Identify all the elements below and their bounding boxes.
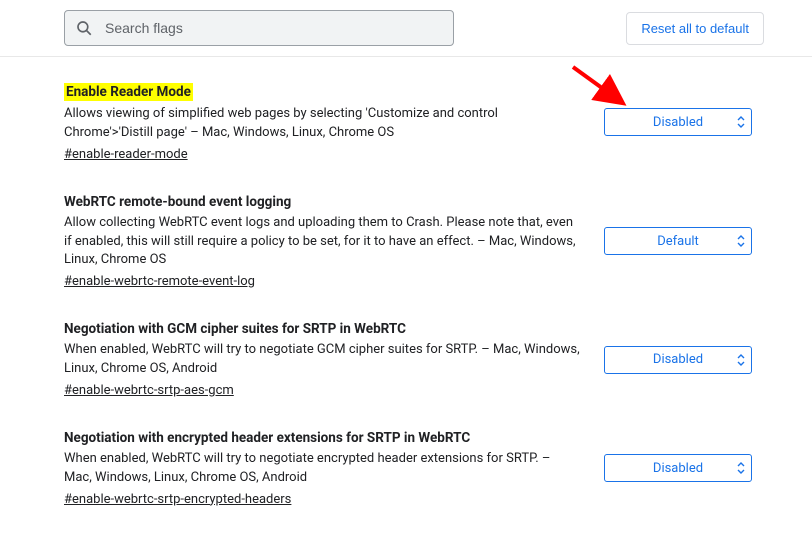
- flag-select-value: Disabled: [653, 115, 703, 130]
- search-icon: [75, 19, 93, 37]
- flag-hash-link[interactable]: #enable-webrtc-srtp-encrypted-headers: [64, 492, 291, 507]
- flag-select[interactable]: Disabled: [604, 346, 752, 374]
- flag-row: Negotiation with GCM cipher suites for S…: [64, 305, 764, 414]
- chevron-updown-icon: [737, 461, 745, 475]
- header: Reset all to default: [0, 0, 812, 57]
- flag-title: WebRTC remote-bound event logging: [64, 194, 291, 210]
- search-box[interactable]: [64, 10, 454, 46]
- flag-hash-link[interactable]: #enable-webrtc-remote-event-log: [64, 274, 255, 289]
- flag-title: Negotiation with GCM cipher suites for S…: [64, 321, 406, 337]
- flag-description: When enabled, WebRTC will try to negotia…: [64, 450, 580, 488]
- chevron-updown-icon: [737, 115, 745, 129]
- chevron-updown-icon: [737, 234, 745, 248]
- flag-description: Allow collecting WebRTC event logs and u…: [64, 214, 580, 271]
- flag-hash-link[interactable]: #enable-reader-mode: [64, 147, 188, 162]
- flag-text: WebRTC remote-bound event logging Allow …: [64, 194, 604, 290]
- flag-text: Enable Reader Mode Allows viewing of sim…: [64, 83, 604, 162]
- flag-select-value: Disabled: [653, 461, 703, 476]
- flag-hash-link[interactable]: #enable-webrtc-srtp-aes-gcm: [64, 383, 234, 398]
- chevron-updown-icon: [737, 353, 745, 367]
- flag-text: Negotiation with encrypted header extens…: [64, 430, 604, 507]
- flag-row: Enable Reader Mode Allows viewing of sim…: [64, 67, 764, 178]
- flag-select-value: Disabled: [653, 352, 703, 367]
- flag-select[interactable]: Disabled: [604, 454, 752, 482]
- flag-row: WebRTC remote-bound event logging Allow …: [64, 178, 764, 306]
- flag-select[interactable]: Default: [604, 227, 752, 255]
- reset-all-button[interactable]: Reset all to default: [626, 12, 764, 45]
- flag-description: Allows viewing of simplified web pages b…: [64, 105, 580, 143]
- flag-title: Negotiation with encrypted header extens…: [64, 430, 470, 446]
- flag-select-value: Default: [657, 234, 699, 249]
- flag-select[interactable]: Disabled: [604, 108, 752, 136]
- flag-row: Negotiation with encrypted header extens…: [64, 414, 764, 523]
- flags-list: Enable Reader Mode Allows viewing of sim…: [0, 57, 812, 543]
- flag-text: Negotiation with GCM cipher suites for S…: [64, 321, 604, 398]
- flag-description: When enabled, WebRTC will try to negotia…: [64, 341, 580, 379]
- search-input[interactable]: [103, 19, 443, 37]
- flag-title: Enable Reader Mode: [64, 83, 193, 101]
